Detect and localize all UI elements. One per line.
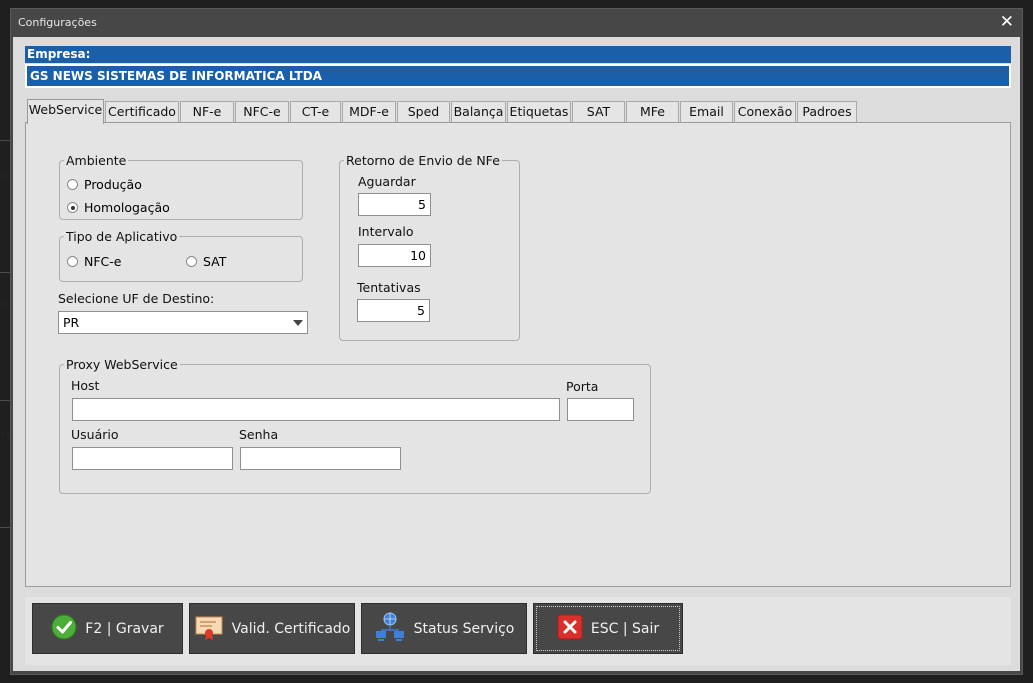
valid-certificado-button[interactable]: Valid. Certificado [189,603,355,654]
close-icon[interactable]: ✕ [1000,12,1014,32]
retorno-envio-group: Retorno de Envio de NFe Aguardar 5 Inter… [339,153,520,341]
radio-circle [67,256,78,267]
webservice-tab-panel: Ambiente Produção Homologação Tipo de Ap… [25,122,1011,587]
tab-nfce[interactable]: NFC-e [235,101,289,122]
porta-label: Porta [566,379,599,394]
radio-circle [186,256,197,267]
aguardar-input[interactable]: 5 [358,193,431,216]
intervalo-input[interactable]: 10 [358,244,431,267]
sair-button-label: ESC | Sair [590,620,660,637]
radio-label: Produção [84,177,142,192]
tipo-aplicativo-group: Tipo de Aplicativo NFC-e SAT [59,229,303,282]
red-x-icon [557,614,583,644]
tab-cte[interactable]: CT-e [290,101,341,122]
gravar-button[interactable]: F2 | Gravar [32,603,183,654]
network-icon [374,612,406,646]
uf-label: Selecione UF de Destino: [58,291,215,306]
porta-input[interactable] [567,398,634,421]
host-label: Host [71,378,100,393]
valid-certificado-button-label: Valid. Certificado [231,620,351,637]
tipo-aplicativo-legend: Tipo de Aplicativo [66,229,178,244]
tab-etiquetas[interactable]: Etiquetas [507,101,571,122]
senha-label: Senha [239,427,279,442]
radio-circle-selected [67,202,78,213]
configuracoes-dialog: Configurações ✕ Empresa: GS NEWS SISTEMA… [10,8,1023,675]
certificate-icon [194,614,224,644]
ambiente-legend: Ambiente [66,153,127,168]
tab-sped[interactable]: Sped [397,101,450,122]
intervalo-label: Intervalo [358,224,414,239]
radio-homologacao[interactable]: Homologação [67,200,170,215]
tentativas-input[interactable]: 5 [357,299,430,322]
status-servico-button-label: Status Serviço [413,620,515,637]
tentativas-label: Tentativas [357,280,421,295]
usuario-input[interactable] [72,447,233,470]
status-servico-button[interactable]: Status Serviço [361,603,527,654]
tab-certificado[interactable]: Certificado [105,101,179,122]
radio-label: Homologação [84,200,170,215]
aguardar-label: Aguardar [358,174,416,189]
tab-sat[interactable]: SAT [572,101,625,122]
empresa-label: Empresa: [25,46,1011,63]
background-text-fragment: n [0,168,10,184]
empresa-name: GS NEWS SISTEMAS DE INFORMATICA LTDA [25,64,1011,88]
tab-webservice[interactable]: WebService [27,99,104,124]
dialog-client-area: Empresa: GS NEWS SISTEMAS DE INFORMATICA… [13,37,1020,671]
radio-label: NFC-e [84,254,122,269]
uf-select[interactable]: PR [58,311,308,334]
checkmark-icon [51,614,77,644]
tab-conexao[interactable]: Conexão [734,101,796,122]
tab-mfe[interactable]: MFe [626,101,679,122]
tab-email[interactable]: Email [680,101,733,122]
proxy-webservice-group: Proxy WebService Host Porta Usuário Senh… [59,357,651,494]
tab-nfe[interactable]: NF-e [180,101,234,122]
ambiente-group: Ambiente Produção Homologação [59,153,303,220]
uf-select-value: PR [63,315,80,330]
proxy-legend: Proxy WebService [66,357,178,372]
tab-padroes[interactable]: Padroes [797,101,857,122]
tab-mdfe[interactable]: MDF-e [342,101,396,122]
usuario-label: Usuário [71,427,119,442]
radio-nfce[interactable]: NFC-e [67,254,121,269]
bottom-button-bar: F2 | Gravar Valid. Certificado Status Se… [25,597,1011,665]
window-title: Configurações [18,16,97,29]
host-input[interactable] [72,398,560,421]
radio-circle [67,179,78,190]
radio-label: SAT [203,254,227,269]
senha-input[interactable] [240,447,401,470]
chevron-down-icon [293,320,303,326]
retorno-envio-legend: Retorno de Envio de NFe [346,153,500,168]
tab-balanca[interactable]: Balança [451,101,506,122]
radio-producao[interactable]: Produção [67,177,142,192]
gravar-button-label: F2 | Gravar [85,620,164,637]
sair-button[interactable]: ESC | Sair [533,603,683,654]
radio-sat[interactable]: SAT [186,254,226,269]
